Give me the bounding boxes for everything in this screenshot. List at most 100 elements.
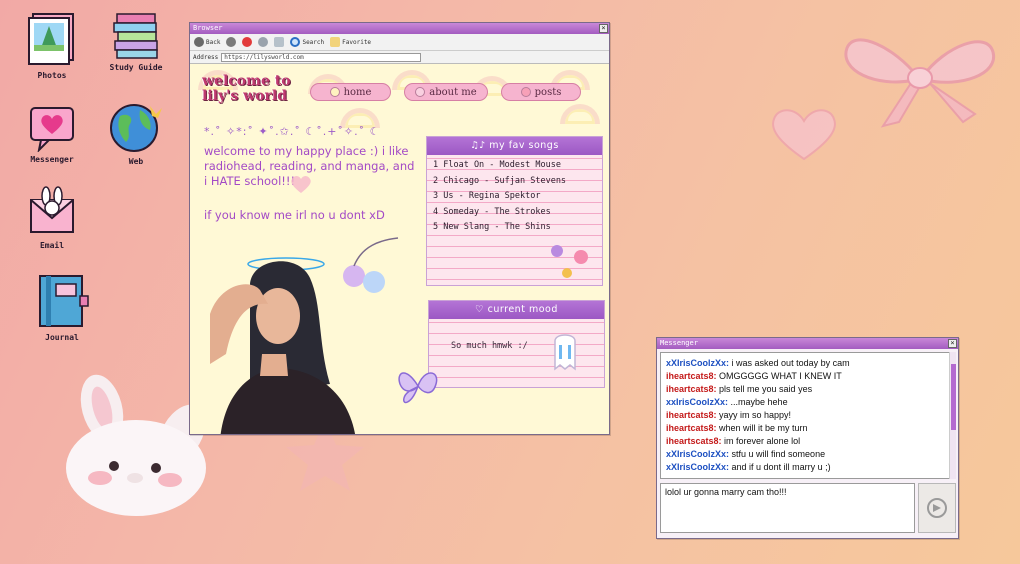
chat-text: stfu u will find someone bbox=[731, 449, 826, 459]
browser-titlebar[interactable]: Browser × bbox=[190, 23, 609, 34]
chat-username: iheartcats8 bbox=[666, 423, 714, 433]
books-icon bbox=[113, 13, 158, 59]
chat-text: im forever alone lol bbox=[724, 436, 801, 446]
back-button[interactable]: Back bbox=[194, 37, 220, 47]
site-title: welcome to lily's world bbox=[202, 73, 291, 104]
chat-message: iheartscats8: im forever alone lol bbox=[666, 436, 801, 446]
chat-text: pls tell me you said yes bbox=[719, 384, 813, 394]
intro-secondary-text: if you know me irl no u dont xD bbox=[204, 208, 385, 222]
desktop-icon-web[interactable]: Web bbox=[98, 100, 174, 166]
songs-panel-title: ♫♪ my fav songs bbox=[427, 137, 602, 155]
send-arrow-icon bbox=[927, 498, 947, 518]
messenger-title: Messenger bbox=[660, 339, 698, 347]
desktop-icon-label: Email bbox=[39, 241, 65, 250]
chat-username: iheartcats8 bbox=[666, 384, 714, 394]
globe-icon bbox=[110, 104, 162, 152]
chat-message: xxIrisCoolzXx: ...maybe hehe bbox=[666, 397, 788, 407]
search-label: Search bbox=[302, 38, 325, 46]
chat-message: xXIrisCoolzXx: i was asked out today by … bbox=[666, 358, 850, 368]
butterfly-sticker bbox=[398, 372, 438, 404]
address-bar: Address https://lilysworld.com bbox=[190, 51, 609, 64]
desktop-icon-journal[interactable]: Journal bbox=[24, 272, 100, 342]
mood-panel: ♡ current mood So much hmwk :/ bbox=[428, 300, 605, 388]
favorite-button[interactable]: Favorite bbox=[330, 37, 371, 47]
song-item: 2 Chicago - Sufjan Stevens bbox=[433, 175, 567, 186]
chat-message: iheartcats8: when will it be my turn bbox=[666, 423, 808, 433]
chat-message: xXIrisCoolzXx: stfu u will find someone bbox=[666, 449, 826, 459]
webpage: welcome to lily's world home about me po… bbox=[190, 64, 609, 434]
stop-icon[interactable] bbox=[242, 37, 253, 47]
song-item: 5 New Slang - The Shins bbox=[433, 222, 551, 233]
heart-decoration bbox=[772, 109, 836, 161]
posts-icon bbox=[520, 87, 531, 97]
journal-icon bbox=[39, 275, 89, 327]
send-button[interactable] bbox=[918, 483, 956, 533]
chat-username: xXIrisCoolzXx bbox=[666, 358, 727, 368]
address-label: Address bbox=[193, 53, 219, 61]
intro-text: welcome to my happy place :) i like radi… bbox=[204, 144, 415, 188]
back-label: Back bbox=[206, 38, 221, 46]
desktop-icon-study-guide[interactable]: Study Guide bbox=[98, 12, 174, 72]
song-item: 3 Us - Regina Spektor bbox=[433, 191, 541, 202]
chat-username: xXIrisCoolzXx bbox=[666, 462, 727, 472]
bow-decoration bbox=[844, 38, 996, 128]
songs-panel: ♫♪ my fav songs 1 Float On - Modest Mous… bbox=[426, 136, 603, 286]
chat-username: iheartcats8 bbox=[666, 371, 714, 381]
rainbow-decoration bbox=[560, 104, 600, 124]
forward-icon[interactable] bbox=[226, 37, 237, 47]
chat-log: xXIrisCoolzXx: i was asked out today by … bbox=[660, 352, 951, 479]
photos-icon bbox=[28, 13, 74, 65]
nav-posts-button[interactable]: posts bbox=[501, 83, 581, 101]
desktop-icon-email[interactable]: Email bbox=[14, 186, 90, 250]
chat-username: iheartscats8 bbox=[666, 436, 719, 446]
chat-text: i was asked out today by cam bbox=[731, 358, 850, 368]
flower-stickers bbox=[551, 245, 588, 278]
browser-window: Browser × Back Search Favorite Address h… bbox=[189, 22, 610, 435]
nav-about-button[interactable]: about me bbox=[404, 83, 488, 101]
nav-label: about me bbox=[429, 86, 477, 98]
chat-heart-icon bbox=[30, 107, 74, 152]
messenger-titlebar[interactable]: Messenger × bbox=[657, 338, 958, 349]
chat-username: iheartcats8 bbox=[666, 410, 714, 420]
home-icon bbox=[329, 87, 340, 97]
chat-username: xXIrisCoolzXx bbox=[666, 449, 727, 459]
search-button[interactable]: Search bbox=[290, 37, 324, 47]
close-icon[interactable]: × bbox=[599, 24, 608, 33]
nav-home-button[interactable]: home bbox=[310, 83, 391, 101]
search-icon bbox=[290, 37, 301, 47]
desktop-icon-label: Messenger bbox=[30, 155, 74, 164]
sparkle-divider: *.˚ ✧*:˚ ✦˚.✩.˚ ☾˚.+˚✧.˚ ☾ bbox=[204, 125, 381, 138]
song-item: 4 Someday - The Strokes bbox=[433, 206, 551, 217]
desktop-icon-label: Photos bbox=[37, 71, 67, 80]
desktop-icon-label: Journal bbox=[45, 333, 79, 342]
nav-label: home bbox=[343, 86, 372, 98]
chat-message: xXIrisCoolzXx: and if u dont ill marry u… bbox=[666, 462, 831, 472]
refresh-icon[interactable] bbox=[258, 37, 269, 47]
chat-message: iheartcats8: yayy im so happy! bbox=[666, 410, 792, 420]
chat-text: yayy im so happy! bbox=[719, 410, 792, 420]
mood-text: So much hmwk :/ bbox=[451, 341, 528, 351]
desktop-icon-messenger[interactable]: Messenger bbox=[14, 104, 90, 164]
chat-text: OMGGGGG WHAT I KNEW IT bbox=[719, 371, 842, 381]
browser-title: Browser bbox=[193, 24, 223, 32]
chat-text: when will it be my turn bbox=[719, 423, 808, 433]
chat-message-input[interactable]: lolol ur gonna marry cam tho!!! bbox=[660, 483, 915, 533]
desktop-icon-label: Study Guide bbox=[109, 63, 163, 72]
favorite-label: Favorite bbox=[342, 38, 372, 46]
cherries-sticker bbox=[343, 237, 399, 293]
chat-scrollbar-thumb[interactable] bbox=[951, 364, 956, 430]
envelope-bunny-icon bbox=[30, 186, 74, 233]
folder-icon bbox=[330, 37, 341, 47]
chat-scrollbar[interactable] bbox=[949, 352, 956, 479]
chat-text: ...maybe hehe bbox=[730, 397, 788, 407]
desktop-icon-photos[interactable]: Photos bbox=[14, 12, 90, 80]
songs-list: 1 Float On - Modest Mouse 2 Chicago - Su… bbox=[427, 155, 602, 236]
nav-label: posts bbox=[534, 86, 562, 98]
chat-username: xxIrisCoolzXx bbox=[666, 397, 726, 407]
song-item: 1 Float On - Modest Mouse bbox=[433, 160, 561, 170]
close-icon[interactable]: × bbox=[948, 339, 957, 348]
address-input[interactable]: https://lilysworld.com bbox=[221, 52, 422, 62]
chat-message: iheartcats8: pls tell me you said yes bbox=[666, 384, 813, 394]
home-icon[interactable] bbox=[274, 37, 285, 47]
heart-icon bbox=[415, 87, 426, 97]
